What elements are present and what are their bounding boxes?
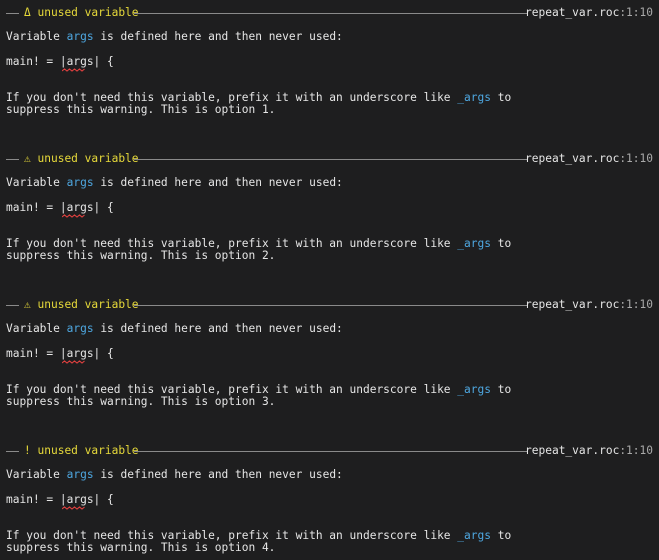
header-lead-rule <box>6 451 19 452</box>
variable-name: args <box>66 468 94 481</box>
hint-text: to <box>490 529 512 542</box>
message-text: Variable <box>6 30 67 43</box>
error-squiggle-underline <box>62 214 85 218</box>
variable-name: args <box>66 30 94 43</box>
source-position: :1:10 <box>619 152 653 165</box>
warning-delta-icon: Δ <box>24 6 31 19</box>
hint-line-2: suppress this warning. This is option 4. <box>6 541 276 554</box>
warning-message: Variable args is defined here and then n… <box>6 468 343 481</box>
warning-title-text: unused variable <box>37 444 139 457</box>
source-file: repeat_var.roc <box>525 6 620 19</box>
warning-exclamation-icon: ! <box>24 444 31 457</box>
source-position: :1:10 <box>619 298 653 311</box>
message-text: is defined here and then never used: <box>93 176 343 189</box>
source-file: repeat_var.roc <box>525 298 620 311</box>
message-text: is defined here and then never used: <box>93 322 343 335</box>
suggested-name: _args <box>457 237 491 250</box>
error-squiggle-underline <box>62 360 85 364</box>
suggested-name: _args <box>457 383 491 396</box>
warning-header: Δ unused variable repeat_var.roc:1:10 <box>0 6 659 22</box>
hint-line-2: suppress this warning. This is option 3. <box>6 395 276 408</box>
terminal-output: Δ unused variable repeat_var.roc:1:10 Va… <box>0 0 659 560</box>
warning-title: ⚠ unused variable <box>24 298 139 311</box>
header-title-rule <box>134 305 528 306</box>
warning-header: ⚠ unused variable repeat_var.roc:1:10 <box>0 298 659 314</box>
header-title-rule <box>134 159 528 160</box>
warning-title: Δ unused variable <box>24 6 139 19</box>
hint-text: to <box>490 237 512 250</box>
warning-header: ⚠ unused variable repeat_var.roc:1:10 <box>0 152 659 168</box>
header-lead-rule <box>6 159 19 160</box>
warning-message: Variable args is defined here and then n… <box>6 30 343 43</box>
message-text: is defined here and then never used: <box>93 468 343 481</box>
header-title-rule <box>134 13 528 14</box>
source-location[interactable]: repeat_var.roc:1:10 <box>525 444 653 457</box>
error-squiggle-underline <box>62 506 85 510</box>
message-text: Variable <box>6 468 67 481</box>
message-text: Variable <box>6 322 67 335</box>
warning-message: Variable args is defined here and then n… <box>6 322 343 335</box>
hint-line-2: suppress this warning. This is option 2. <box>6 249 276 262</box>
hint-text: to <box>490 383 512 396</box>
message-text: is defined here and then never used: <box>93 30 343 43</box>
warning-triangle-icon: ⚠ <box>24 152 31 165</box>
variable-name: args <box>66 176 94 189</box>
warning-title-text: unused variable <box>37 152 139 165</box>
error-squiggle-underline <box>62 68 85 72</box>
code-snippet: main! = |args| { <box>6 201 114 214</box>
warning-message: Variable args is defined here and then n… <box>6 176 343 189</box>
header-lead-rule <box>6 13 19 14</box>
header-lead-rule <box>6 305 19 306</box>
code-snippet: main! = |args| { <box>6 347 114 360</box>
source-file: repeat_var.roc <box>525 152 620 165</box>
suggested-name: _args <box>457 91 491 104</box>
source-file: repeat_var.roc <box>525 444 620 457</box>
source-position: :1:10 <box>619 444 653 457</box>
hint-line-2: suppress this warning. This is option 1. <box>6 103 276 116</box>
warning-title-text: unused variable <box>37 298 139 311</box>
suggested-name: _args <box>457 529 491 542</box>
source-position: :1:10 <box>619 6 653 19</box>
variable-name: args <box>66 322 94 335</box>
warning-title: ⚠ unused variable <box>24 152 139 165</box>
source-location[interactable]: repeat_var.roc:1:10 <box>525 6 653 19</box>
header-title-rule <box>134 451 528 452</box>
warning-header: ! unused variable repeat_var.roc:1:10 <box>0 444 659 460</box>
message-text: Variable <box>6 176 67 189</box>
code-snippet: main! = |args| { <box>6 55 114 68</box>
hint-text: to <box>490 91 512 104</box>
warning-title: ! unused variable <box>24 444 139 457</box>
source-location[interactable]: repeat_var.roc:1:10 <box>525 152 653 165</box>
source-location[interactable]: repeat_var.roc:1:10 <box>525 298 653 311</box>
code-snippet: main! = |args| { <box>6 493 114 506</box>
warning-title-text: unused variable <box>37 6 139 19</box>
warning-triangle-icon: ⚠ <box>24 298 31 311</box>
